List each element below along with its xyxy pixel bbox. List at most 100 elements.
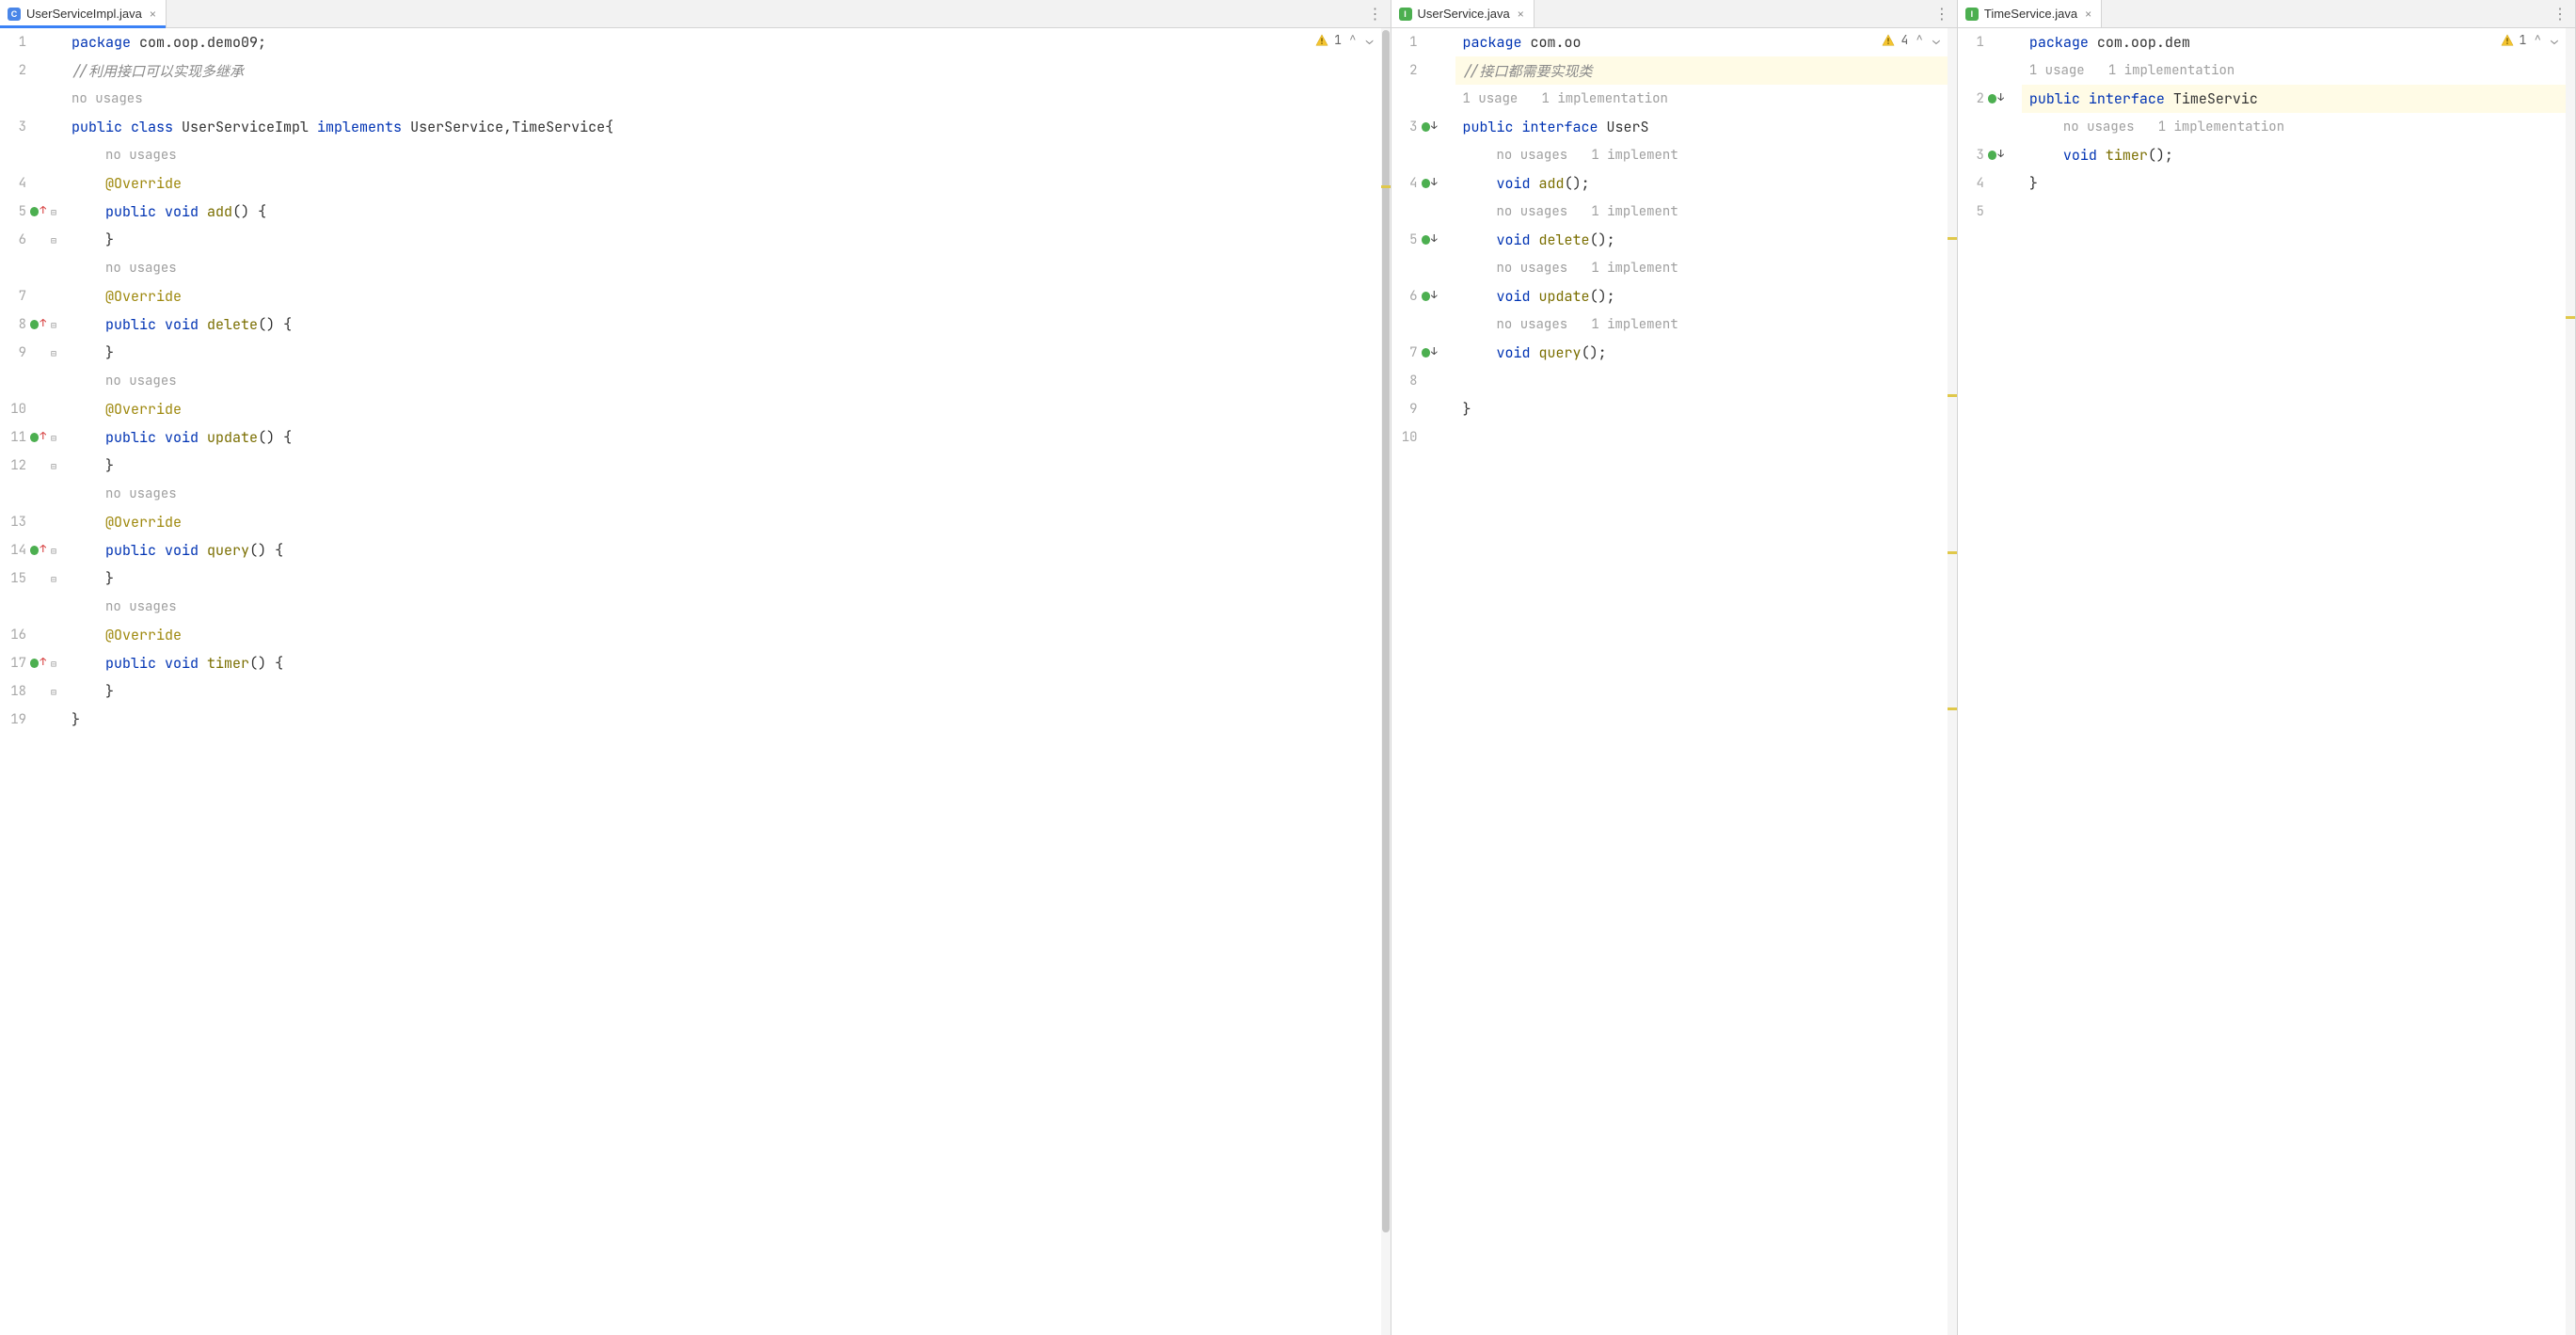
line-number[interactable]: 6 bbox=[0, 231, 26, 248]
line-number[interactable]: 17 bbox=[0, 655, 26, 672]
line-number[interactable]: 5 bbox=[1958, 203, 1984, 220]
warn-marker[interactable] bbox=[1948, 707, 1957, 710]
code-line[interactable]: public void add() { bbox=[64, 198, 1381, 226]
line-number[interactable]: 5 bbox=[0, 203, 26, 220]
code-editor[interactable]: 123451^⌄package com.oop.dem1 usage 1 imp… bbox=[1958, 28, 2575, 1335]
code-line[interactable]: no usages bbox=[64, 480, 1381, 508]
warn-marker[interactable] bbox=[1381, 185, 1391, 188]
warn-marker[interactable] bbox=[2566, 316, 2575, 319]
fold-icon[interactable] bbox=[49, 687, 58, 696]
code-line[interactable]: void add(); bbox=[1455, 169, 1948, 198]
code-line[interactable]: public void query() { bbox=[64, 536, 1381, 564]
implemented-icon[interactable] bbox=[1422, 289, 1437, 304]
code-line[interactable]: 1 usage 1 implementation bbox=[2022, 56, 2566, 85]
fold-icon[interactable] bbox=[49, 235, 58, 245]
code-area[interactable]: 1^⌄package com.oop.demo09;//利用接口可以实现多继承n… bbox=[64, 28, 1381, 1335]
code-line[interactable]: @Override bbox=[64, 508, 1381, 536]
line-number[interactable]: 10 bbox=[0, 401, 26, 418]
code-line[interactable]: no usages 1 implement bbox=[1455, 254, 1948, 282]
code-line[interactable]: } bbox=[64, 706, 1381, 734]
overrides-icon[interactable] bbox=[30, 430, 45, 445]
code-area[interactable]: 1^⌄package com.oop.dem1 usage 1 implemen… bbox=[2022, 28, 2566, 1335]
line-number[interactable]: 4 bbox=[0, 175, 26, 192]
line-number[interactable]: 7 bbox=[0, 288, 26, 305]
inspection-bar[interactable]: 4^⌄ bbox=[1882, 32, 1941, 48]
scrollbar[interactable] bbox=[2566, 28, 2575, 1335]
code-line[interactable] bbox=[1455, 423, 1948, 452]
code-line[interactable]: public interface TimeServic bbox=[2022, 85, 2566, 113]
implemented-icon[interactable] bbox=[1422, 345, 1437, 360]
line-number[interactable]: 16 bbox=[0, 627, 26, 644]
line-number[interactable]: 14 bbox=[0, 542, 26, 559]
inspection-bar[interactable]: 1^⌄ bbox=[1315, 32, 1375, 48]
fold-icon[interactable] bbox=[49, 546, 58, 555]
warn-marker[interactable] bbox=[1948, 237, 1957, 240]
line-number[interactable]: 4 bbox=[1391, 175, 1418, 192]
tab-menu-icon[interactable]: ⋮ bbox=[2545, 5, 2575, 24]
line-number[interactable]: 9 bbox=[0, 344, 26, 361]
code-line[interactable]: } bbox=[64, 452, 1381, 480]
line-number[interactable]: 6 bbox=[1391, 288, 1418, 305]
line-number[interactable]: 2 bbox=[1391, 62, 1418, 79]
prev-highlight-icon[interactable]: ^ bbox=[2532, 32, 2543, 48]
line-number[interactable]: 18 bbox=[0, 683, 26, 700]
code-line[interactable]: public void delete() { bbox=[64, 310, 1381, 339]
code-line[interactable]: public interface UserS bbox=[1455, 113, 1948, 141]
code-line[interactable]: package com.oop.dem bbox=[2022, 28, 2566, 56]
code-line[interactable]: no usages 1 implement bbox=[1455, 141, 1948, 169]
code-line[interactable]: void update(); bbox=[1455, 282, 1948, 310]
code-line[interactable]: } bbox=[64, 677, 1381, 706]
code-line[interactable]: no usages bbox=[64, 85, 1381, 113]
line-number[interactable]: 5 bbox=[1391, 231, 1418, 248]
code-line[interactable]: no usages bbox=[64, 141, 1381, 169]
code-editor[interactable]: 123456789101112131415161718191^⌄package … bbox=[0, 28, 1391, 1335]
code-line[interactable]: 1 usage 1 implementation bbox=[1455, 85, 1948, 113]
line-number[interactable]: 12 bbox=[0, 457, 26, 474]
editor-tab[interactable]: CUserServiceImpl.java× bbox=[0, 0, 167, 27]
warning-icon[interactable] bbox=[1882, 34, 1895, 47]
line-number[interactable]: 1 bbox=[0, 34, 26, 51]
code-line[interactable]: void timer(); bbox=[2022, 141, 2566, 169]
scrollbar-thumb[interactable] bbox=[1382, 30, 1390, 1232]
line-number[interactable]: 13 bbox=[0, 514, 26, 531]
line-number[interactable]: 8 bbox=[0, 316, 26, 333]
inspection-bar[interactable]: 1^⌄ bbox=[2501, 32, 2560, 48]
tab-menu-icon[interactable]: ⋮ bbox=[1360, 5, 1391, 24]
code-line[interactable]: @Override bbox=[64, 621, 1381, 649]
implemented-icon[interactable] bbox=[1422, 119, 1437, 135]
code-line[interactable]: no usages bbox=[64, 254, 1381, 282]
code-line[interactable]: @Override bbox=[64, 282, 1381, 310]
code-line[interactable]: no usages 1 implement bbox=[1455, 310, 1948, 339]
warning-icon[interactable] bbox=[2501, 34, 2514, 47]
overrides-icon[interactable] bbox=[30, 656, 45, 671]
code-line[interactable] bbox=[2022, 198, 2566, 226]
close-icon[interactable]: × bbox=[148, 8, 158, 21]
code-line[interactable]: package com.oop.demo09; bbox=[64, 28, 1381, 56]
code-line[interactable]: @Override bbox=[64, 395, 1381, 423]
next-highlight-icon[interactable]: ⌄ bbox=[1364, 32, 1375, 48]
line-number[interactable]: 1 bbox=[1391, 34, 1418, 51]
editor-tab[interactable]: ITimeService.java× bbox=[1958, 0, 2102, 27]
close-icon[interactable]: × bbox=[1516, 8, 1526, 21]
line-number[interactable]: 2 bbox=[1958, 90, 1984, 107]
fold-icon[interactable] bbox=[49, 207, 58, 216]
line-number[interactable]: 10 bbox=[1391, 429, 1418, 446]
code-line[interactable]: void query(); bbox=[1455, 339, 1948, 367]
prev-highlight-icon[interactable]: ^ bbox=[1347, 32, 1359, 48]
code-line[interactable]: no usages bbox=[64, 367, 1381, 395]
code-line[interactable]: } bbox=[64, 564, 1381, 593]
line-number[interactable]: 3 bbox=[0, 119, 26, 135]
code-line[interactable]: } bbox=[64, 226, 1381, 254]
code-line[interactable] bbox=[1455, 367, 1948, 395]
fold-icon[interactable] bbox=[49, 348, 58, 358]
code-line[interactable]: no usages bbox=[64, 593, 1381, 621]
line-number[interactable]: 9 bbox=[1391, 401, 1418, 418]
code-line[interactable]: no usages 1 implement bbox=[1455, 198, 1948, 226]
code-editor[interactable]: 123456789104^⌄package com.oo//接口都需要实现类1 … bbox=[1391, 28, 1957, 1335]
fold-icon[interactable] bbox=[49, 574, 58, 583]
code-line[interactable]: package com.oo bbox=[1455, 28, 1948, 56]
code-line[interactable]: public class UserServiceImpl implements … bbox=[64, 113, 1381, 141]
fold-icon[interactable] bbox=[49, 461, 58, 470]
line-number[interactable]: 3 bbox=[1958, 147, 1984, 164]
implemented-icon[interactable] bbox=[1988, 91, 2003, 106]
